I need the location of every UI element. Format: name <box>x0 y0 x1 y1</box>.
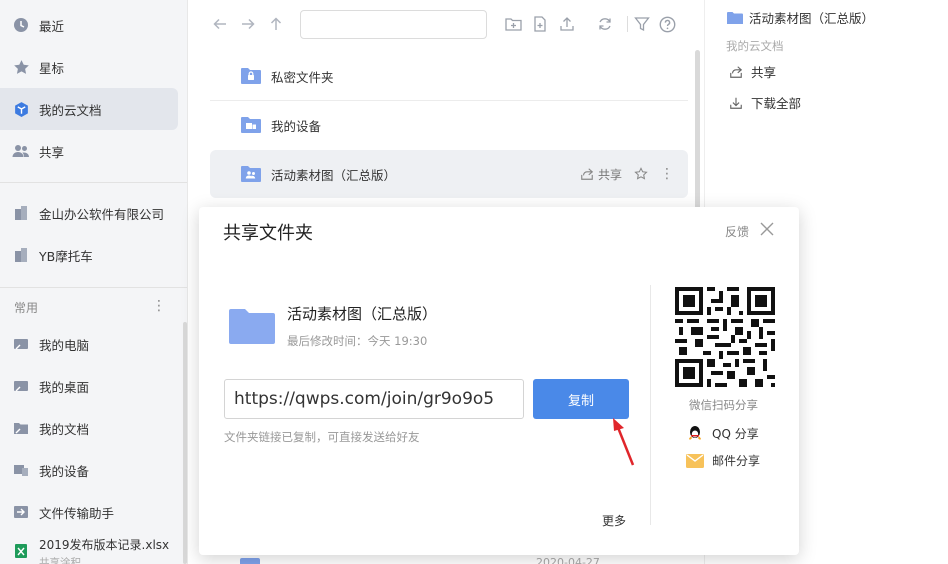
sidebar-item-label: 2019发布版本记录.xlsx <box>39 538 170 552</box>
upload-icon[interactable] <box>557 14 577 34</box>
file-name: 私密文件夹 <box>271 69 334 85</box>
new-folder-icon[interactable] <box>503 14 523 34</box>
sidebar: 最近 星标 我的云文档 共享 金山办公软件有限公司 YB摩托车 常用 ⋮ 我的电… <box>0 0 188 564</box>
desktop-shortcut-icon <box>12 377 30 395</box>
clock-icon <box>12 16 30 34</box>
refresh-icon[interactable] <box>595 14 615 34</box>
filter-icon[interactable] <box>632 14 652 34</box>
forward-arrow-icon[interactable] <box>238 14 258 34</box>
row-actions: 共享 ⋮ <box>580 150 674 198</box>
sidebar-item-my-cloud-docs[interactable]: 我的云文档 <box>0 88 178 130</box>
sidebar-item-recent[interactable]: 最近 <box>0 4 178 46</box>
folder-icon <box>240 558 260 564</box>
dialog-folder-name: 活动素材图（汇总版） <box>287 305 438 323</box>
building-icon <box>12 204 30 222</box>
mail-share-button[interactable]: 邮件分享 <box>686 452 760 469</box>
details-folder-name: 活动素材图（汇总版） <box>727 8 874 27</box>
sidebar-item-shared[interactable]: 共享 <box>0 130 178 172</box>
path-search-input[interactable] <box>300 10 487 39</box>
star-button[interactable] <box>634 167 648 181</box>
lock-folder-icon <box>240 66 262 86</box>
sidebar-divider <box>0 182 187 183</box>
sidebar-item-label: 文件传输助手 <box>39 505 115 521</box>
file-name: 活动素材图（汇总版） <box>271 167 397 183</box>
dialog-modified-time: 最后修改时间：今天 19:30 <box>287 334 428 348</box>
qq-penguin-icon <box>689 426 701 440</box>
sidebar-item-label: 我的电脑 <box>39 337 90 353</box>
device-folder-icon <box>240 115 262 135</box>
new-file-icon[interactable] <box>530 14 550 34</box>
device-icon <box>12 461 30 479</box>
dialog-divider <box>650 285 651 525</box>
excel-file-icon <box>12 542 30 560</box>
sidebar-item-excel-file[interactable]: 2019发布版本记录.xlsx 共享涂积 <box>0 536 178 564</box>
more-button[interactable]: 更多 <box>602 512 626 529</box>
details-location: 我的云文档 <box>726 39 784 53</box>
share-label: 共享 <box>597 167 622 182</box>
row-share-button[interactable]: 共享 <box>580 166 622 183</box>
sidebar-scrollbar[interactable] <box>183 322 187 564</box>
cloud-cube-icon <box>12 100 30 118</box>
sidebar-item-sublabel: 共享涂积 <box>39 557 81 564</box>
people-icon <box>12 142 30 160</box>
mail-icon <box>686 453 704 468</box>
file-row-my-devices[interactable]: 我的设备 <box>210 101 688 149</box>
sidebar-item-my-device[interactable]: 我的设备 <box>0 449 178 491</box>
file-name: 我的设备 <box>271 118 322 134</box>
wechat-qr-code <box>675 287 775 387</box>
sidebar-item-label: 我的桌面 <box>39 379 90 395</box>
transfer-icon <box>12 503 30 521</box>
file-row-activity-images[interactable]: 活动素材图（汇总版） 共享 ⋮ <box>210 150 688 198</box>
sidebar-divider <box>0 287 187 288</box>
sidebar-item-label: YB摩托车 <box>39 248 93 264</box>
sidebar-item-file-transfer[interactable]: 文件传输助手 <box>0 491 178 533</box>
sidebar-item-label: 金山办公软件有限公司 <box>39 206 165 222</box>
details-download-all-button[interactable]: 下载全部 <box>729 93 801 112</box>
help-icon[interactable] <box>657 14 677 34</box>
share-folder-dialog: 共享文件夹 反馈 活动素材图（汇总版） 最后修改时间：今天 19:30 http… <box>199 207 799 555</box>
section-title-common: 常用 <box>14 301 39 315</box>
file-date: 2020-04-27 <box>536 556 600 564</box>
sidebar-item-starred[interactable]: 星标 <box>0 46 178 88</box>
more-options-icon[interactable]: ⋮ <box>152 299 166 313</box>
sidebar-item-my-computer[interactable]: 我的电脑 <box>0 323 178 365</box>
sidebar-item-org-yb[interactable]: YB摩托车 <box>0 234 178 276</box>
sidebar-item-org-kingsoft[interactable]: 金山办公软件有限公司 <box>0 192 178 234</box>
sidebar-item-label: 星标 <box>39 60 65 76</box>
sidebar-item-label: 我的云文档 <box>39 102 102 118</box>
file-row-private-folder[interactable]: 私密文件夹 <box>210 52 688 100</box>
up-arrow-icon[interactable] <box>266 14 286 34</box>
copy-hint: 文件夹链接已复制，可直接发送给好友 <box>224 430 420 444</box>
details-share-button[interactable]: 共享 <box>729 62 776 81</box>
more-vertical-icon[interactable]: ⋮ <box>660 166 674 182</box>
qq-share-button[interactable]: QQ 分享 <box>686 424 759 442</box>
download-icon <box>730 97 742 109</box>
computer-shortcut-icon <box>12 335 30 353</box>
feedback-link[interactable]: 反馈 <box>725 223 749 240</box>
copy-button[interactable]: 复制 <box>533 379 629 419</box>
building-icon <box>12 246 30 264</box>
close-icon[interactable] <box>759 221 775 237</box>
sidebar-item-my-desktop[interactable]: 我的桌面 <box>0 365 178 407</box>
share-icon <box>730 65 743 78</box>
dialog-title: 共享文件夹 <box>223 223 313 244</box>
documents-shortcut-icon <box>12 419 30 437</box>
share-link-field[interactable]: https://qwps.com/join/gr9o9o5 <box>224 379 524 419</box>
shared-folder-icon <box>240 164 262 184</box>
qr-caption: 微信扫码分享 <box>689 398 758 412</box>
sidebar-item-label: 我的设备 <box>39 463 90 479</box>
sidebar-item-my-documents[interactable]: 我的文档 <box>0 407 178 449</box>
toolbar-separator <box>627 16 628 32</box>
sidebar-item-label: 最近 <box>39 18 65 34</box>
star-outline-icon <box>634 167 648 180</box>
star-icon <box>12 58 30 76</box>
sidebar-item-label: 共享 <box>39 144 65 160</box>
folder-icon <box>229 308 275 344</box>
share-icon <box>581 168 594 180</box>
folder-icon <box>727 11 743 24</box>
back-arrow-icon[interactable] <box>210 14 230 34</box>
sidebar-item-label: 我的文档 <box>39 421 90 437</box>
